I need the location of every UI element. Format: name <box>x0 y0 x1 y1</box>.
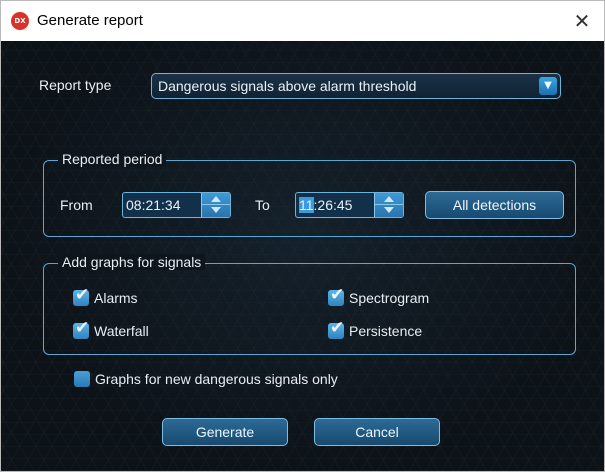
check-icon: ✔ <box>75 285 90 305</box>
from-label: From <box>60 197 93 213</box>
add-graphs-group: Add graphs for signals ✔ Alarms ✔ Waterf… <box>43 254 576 355</box>
spectrogram-label: Spectrogram <box>349 290 430 306</box>
from-time-input[interactable]: 08:21:34 <box>122 192 231 218</box>
waterfall-label: Waterfall <box>94 323 149 339</box>
to-time-value: 11:26:45 <box>299 197 352 213</box>
spinner-divider <box>375 204 403 205</box>
dialog-content: Report type Dangerous signals above alar… <box>1 41 604 471</box>
to-time-input[interactable]: 11:26:45 <box>295 192 404 218</box>
all-detections-button[interactable]: All detections <box>425 191 564 219</box>
title-bar: DX Generate report ✕ <box>1 1 604 41</box>
close-button[interactable]: ✕ <box>560 1 604 41</box>
arrow-down-icon[interactable] <box>384 207 394 213</box>
checkbox-box[interactable]: ✔ <box>328 318 344 339</box>
reported-period-title: Reported period <box>58 151 167 167</box>
report-type-label: Report type <box>39 77 112 93</box>
check-icon: ✔ <box>75 318 90 338</box>
new-signals-only-checkbox[interactable]: Graphs for new dangerous signals only <box>74 371 338 387</box>
to-time-spinner[interactable] <box>374 193 403 217</box>
cancel-button[interactable]: Cancel <box>314 418 440 446</box>
from-time-spinner[interactable] <box>201 193 230 217</box>
alarms-label: Alarms <box>94 290 138 306</box>
reported-period-group: Reported period From 08:21:34 To 11:26:4… <box>43 151 576 237</box>
checkbox-box[interactable] <box>74 371 90 387</box>
window-title: Generate report <box>37 12 143 29</box>
app-logo-icon: DX <box>11 12 29 30</box>
check-icon: ✔ <box>330 285 345 305</box>
generate-report-dialog: DX Generate report ✕ Report type Dangero… <box>0 0 605 472</box>
to-time-selected-part: 11 <box>299 197 314 213</box>
to-label: To <box>255 197 270 213</box>
alarms-checkbox[interactable]: ✔ Alarms <box>73 285 138 306</box>
checkbox-box[interactable]: ✔ <box>328 285 344 306</box>
arrow-down-icon[interactable] <box>211 207 221 213</box>
report-type-select[interactable]: Dangerous signals above alarm threshold … <box>151 73 561 99</box>
persistence-label: Persistence <box>349 323 423 339</box>
persistence-checkbox[interactable]: ✔ Persistence <box>328 318 423 339</box>
check-icon: ✔ <box>330 318 345 338</box>
checkbox-box[interactable]: ✔ <box>73 285 89 306</box>
report-type-value: Dangerous signals above alarm threshold <box>158 78 417 94</box>
waterfall-checkbox[interactable]: ✔ Waterfall <box>73 318 149 339</box>
from-time-value: 08:21:34 <box>126 197 181 213</box>
to-time-rest: :26:45 <box>313 197 353 213</box>
spinner-divider <box>202 204 230 205</box>
checkbox-box[interactable]: ✔ <box>73 318 89 339</box>
arrow-up-icon[interactable] <box>384 196 394 202</box>
add-graphs-title: Add graphs for signals <box>58 254 206 270</box>
new-signals-only-label: Graphs for new dangerous signals only <box>95 371 338 387</box>
arrow-up-icon[interactable] <box>211 196 221 202</box>
spectrogram-checkbox[interactable]: ✔ Spectrogram <box>328 285 430 306</box>
chevron-down-icon[interactable]: ▼ <box>539 77 557 95</box>
generate-button[interactable]: Generate <box>162 418 288 446</box>
